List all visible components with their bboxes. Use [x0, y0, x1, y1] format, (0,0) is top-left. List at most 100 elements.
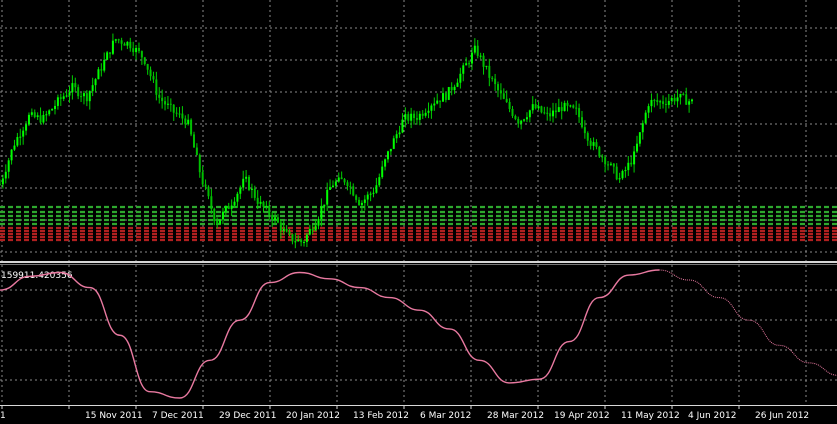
candle-body[interactable] — [178, 113, 181, 115]
candle-body[interactable] — [10, 149, 13, 161]
candle-body[interactable] — [120, 40, 123, 44]
candle-body[interactable] — [679, 93, 682, 98]
candle-body[interactable] — [305, 234, 308, 243]
candle-body[interactable] — [45, 114, 48, 116]
candle-body[interactable] — [16, 137, 19, 146]
candle-body[interactable] — [210, 196, 213, 209]
candle-body[interactable] — [314, 225, 317, 231]
candle-body[interactable] — [549, 113, 552, 117]
candle-body[interactable] — [77, 87, 80, 97]
candle-body[interactable] — [140, 51, 143, 58]
candle-body[interactable] — [195, 147, 198, 156]
candle-body[interactable] — [691, 99, 693, 102]
candle-body[interactable] — [71, 83, 74, 93]
candle-body[interactable] — [59, 97, 62, 99]
candle-body[interactable] — [586, 133, 589, 141]
candle-body[interactable] — [662, 101, 665, 104]
candle-body[interactable] — [494, 78, 497, 85]
candle-body[interactable] — [485, 65, 488, 67]
candle-body[interactable] — [505, 98, 508, 103]
candle-body[interactable] — [294, 241, 297, 243]
candle-body[interactable] — [39, 115, 42, 123]
candle-body[interactable] — [268, 206, 271, 216]
candle-body[interactable] — [308, 228, 311, 235]
candle-body[interactable] — [537, 106, 540, 109]
candle-body[interactable] — [502, 93, 505, 99]
candle-body[interactable] — [149, 69, 152, 77]
candle-body[interactable] — [572, 105, 575, 108]
candle-body[interactable] — [566, 102, 569, 106]
candle-body[interactable] — [491, 77, 494, 79]
candle-body[interactable] — [132, 48, 135, 53]
candle-body[interactable] — [262, 201, 265, 207]
candle-body[interactable] — [219, 219, 222, 225]
candle-body[interactable] — [569, 105, 572, 107]
candle-body[interactable] — [36, 115, 39, 118]
candle-body[interactable] — [265, 206, 268, 208]
candle-body[interactable] — [114, 39, 117, 41]
candle-body[interactable] — [583, 127, 586, 134]
candle-body[interactable] — [415, 117, 418, 120]
candle-body[interactable] — [216, 220, 219, 225]
candle-body[interactable] — [384, 159, 387, 167]
candle-body[interactable] — [184, 118, 187, 125]
candle-body[interactable] — [511, 108, 514, 116]
candle-body[interactable] — [329, 187, 332, 190]
candle-body[interactable] — [192, 134, 195, 148]
candle-body[interactable] — [650, 99, 653, 107]
candle-body[interactable] — [143, 57, 146, 65]
candle-body[interactable] — [358, 199, 361, 206]
candle-body[interactable] — [497, 84, 500, 91]
candle-body[interactable] — [279, 222, 282, 231]
candle-body[interactable] — [656, 100, 659, 102]
candle-body[interactable] — [534, 104, 537, 109]
candle-body[interactable] — [421, 113, 424, 116]
candle-body[interactable] — [85, 93, 88, 102]
candle-body[interactable] — [424, 112, 427, 116]
candle-body[interactable] — [638, 132, 641, 144]
candle-body[interactable] — [441, 93, 444, 102]
candle-body[interactable] — [479, 55, 482, 57]
candle-body[interactable] — [74, 83, 77, 88]
candle-body[interactable] — [19, 136, 22, 138]
candle-body[interactable] — [398, 132, 401, 135]
candle-body[interactable] — [508, 102, 511, 109]
candle-body[interactable] — [62, 96, 65, 99]
candle-body[interactable] — [331, 185, 334, 188]
candle-body[interactable] — [106, 52, 109, 60]
candle-body[interactable] — [94, 79, 97, 86]
candle-body[interactable] — [389, 148, 392, 152]
candle-body[interactable] — [282, 228, 285, 231]
candle-body[interactable] — [688, 101, 691, 105]
candle-body[interactable] — [653, 99, 656, 101]
candle-body[interactable] — [285, 228, 288, 232]
candle-body[interactable] — [552, 110, 555, 117]
candle-body[interactable] — [378, 177, 381, 186]
candle-body[interactable] — [633, 151, 636, 165]
candle-body[interactable] — [297, 239, 300, 242]
candle-body[interactable] — [575, 107, 578, 109]
candle-body[interactable] — [563, 102, 566, 112]
candle-body[interactable] — [468, 63, 471, 65]
candle-body[interactable] — [517, 118, 520, 124]
candle-body[interactable] — [68, 92, 71, 96]
candle-body[interactable] — [155, 79, 158, 95]
candle-body[interactable] — [462, 65, 465, 74]
candle-body[interactable] — [659, 101, 662, 103]
candle-body[interactable] — [407, 114, 410, 121]
candle-body[interactable] — [88, 91, 91, 102]
candle-body[interactable] — [259, 201, 262, 204]
candle-body[interactable] — [27, 114, 30, 125]
candle-body[interactable] — [91, 85, 94, 92]
candle-body[interactable] — [560, 107, 563, 112]
candle-body[interactable] — [667, 100, 670, 105]
candle-body[interactable] — [42, 114, 45, 123]
candle-body[interactable] — [540, 106, 543, 113]
candle-body[interactable] — [198, 155, 201, 173]
candle-body[interactable] — [1, 178, 4, 185]
candle-body[interactable] — [630, 162, 633, 165]
candle-body[interactable] — [395, 134, 398, 139]
candle-body[interactable] — [172, 104, 175, 113]
candle-body[interactable] — [129, 41, 132, 49]
candle-body[interactable] — [169, 103, 172, 105]
